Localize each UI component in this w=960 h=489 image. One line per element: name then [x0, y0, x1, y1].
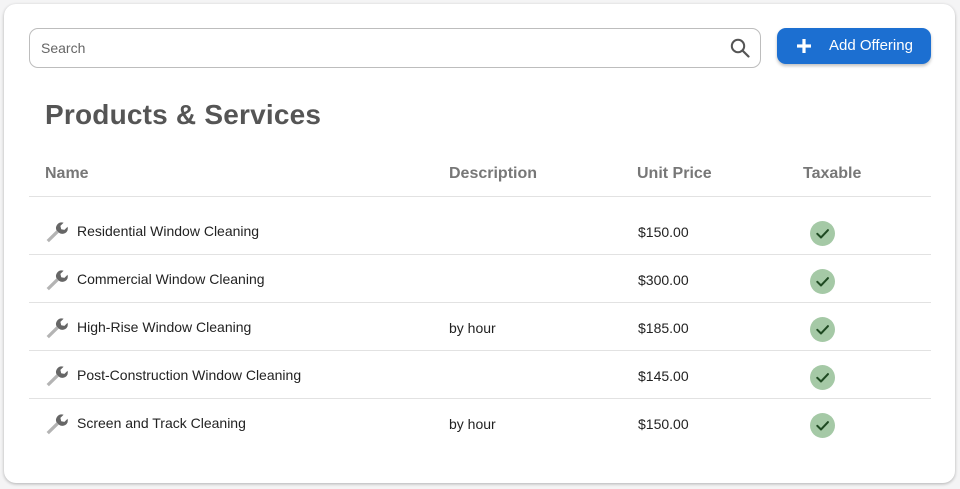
- table-row[interactable]: Post-Construction Window Cleaning $145.0…: [29, 351, 931, 399]
- check-circle-icon: [810, 317, 835, 342]
- column-header-taxable[interactable]: Taxable: [803, 165, 861, 183]
- plus-icon: [797, 39, 811, 53]
- offering-unit-price: $300.00: [638, 272, 689, 288]
- table-row[interactable]: Commercial Window Cleaning $300.00: [29, 255, 931, 303]
- table-row[interactable]: Residential Window Cleaning $150.00: [29, 207, 931, 255]
- column-header-name[interactable]: Name: [45, 165, 89, 183]
- offering-name: Commercial Window Cleaning: [77, 271, 265, 287]
- search-input[interactable]: [30, 29, 720, 67]
- check-circle-icon: [810, 269, 835, 294]
- offering-name: Post-Construction Window Cleaning: [77, 367, 302, 383]
- offering-unit-price: $185.00: [638, 320, 689, 336]
- header-divider: [29, 196, 931, 197]
- search-icon[interactable]: [730, 38, 750, 58]
- wrench-icon: [46, 366, 68, 387]
- column-header-unit-price[interactable]: Unit Price: [637, 165, 712, 183]
- offering-name: Residential Window Cleaning: [77, 223, 260, 239]
- offering-unit-price: $150.00: [638, 416, 689, 432]
- check-circle-icon: [810, 413, 835, 438]
- add-offering-label: Add Offering: [829, 37, 913, 54]
- table-row[interactable]: Screen and Track Cleaning by hour $150.0…: [29, 399, 931, 447]
- column-header-description[interactable]: Description: [449, 165, 537, 183]
- wrench-icon: [46, 270, 68, 291]
- check-circle-icon: [810, 221, 835, 246]
- offering-unit-price: $145.00: [638, 368, 689, 384]
- offering-unit-price: $150.00: [638, 224, 689, 240]
- table-row[interactable]: High-Rise Window Cleaning by hour $185.0…: [29, 303, 931, 351]
- offering-name: Screen and Track Cleaning: [77, 415, 246, 431]
- search-box[interactable]: [29, 28, 761, 68]
- offering-description: by hour: [449, 416, 496, 432]
- page-title: Products & Services: [45, 99, 322, 130]
- wrench-icon: [46, 318, 68, 339]
- offerings-card: Add Offering Products & Services Name De…: [4, 4, 955, 483]
- wrench-icon: [46, 222, 68, 243]
- add-offering-button[interactable]: Add Offering: [777, 28, 931, 64]
- check-circle-icon: [810, 365, 835, 390]
- wrench-icon: [46, 414, 68, 435]
- offering-name: High-Rise Window Cleaning: [77, 319, 252, 335]
- offering-description: by hour: [449, 320, 496, 336]
